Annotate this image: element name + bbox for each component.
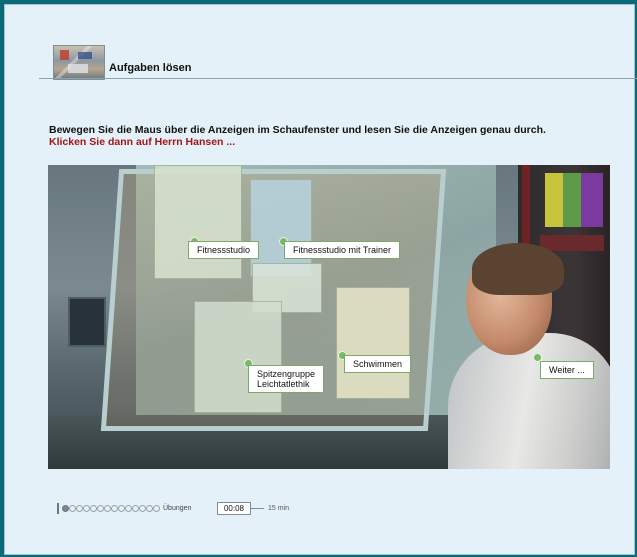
ad-panel [545,173,563,227]
page-title: Aufgaben lösen [109,62,192,74]
poster-athletics [194,301,282,413]
lesson-header: Aufgaben lösen [39,45,637,80]
herr-hansen-body[interactable] [448,333,610,469]
progress-bar: Übungen 00:08 15 min [57,502,357,515]
instruction-line: Bewegen Sie die Maus über die Anzeigen i… [49,124,546,136]
progress-step-dot [132,505,139,512]
progress-step-dot [97,505,104,512]
progress-step-dot [125,505,132,512]
progress-step-dot [76,505,83,512]
progress-step-dot [118,505,125,512]
shop-window-scene: Fitnessstudio Fitnessstudio mit Trainer … [48,165,610,469]
hotspot-fitnessstudio[interactable]: Fitnessstudio [188,241,260,259]
progress-step-dot [83,505,90,512]
time-limit: 15 min [268,505,290,512]
timer-field: 00:08 [217,502,251,515]
wall-box [68,297,106,347]
poster-fitness [154,165,242,279]
timer-divider [250,508,264,509]
progress-step-dot [153,505,160,512]
instruction-action-line: Klicken Sie dann auf Herrn Hansen ... [49,136,236,148]
hotspot-fitnessstudio-trainer[interactable]: Fitnessstudio mit Trainer [284,241,401,259]
poster-swimming [336,287,410,399]
progress-step-dot [146,505,153,512]
hotspot-spitzengruppe[interactable]: Spitzengruppe Leichtatlethik [248,365,325,393]
hotspot-schwimmen[interactable]: Schwimmen [344,355,412,373]
lesson-thumbnail [53,45,105,80]
header-divider [39,78,637,79]
ad-panel [581,173,603,227]
lesson-frame: Aufgaben lösen Bewegen Sie die Maus über… [4,4,637,555]
progress-step-dot [111,505,118,512]
herr-hansen-hair [472,243,564,295]
progress-step-dot [104,505,111,512]
progress-step-dot [69,505,76,512]
ad-strip [540,235,604,251]
hotspot-weiter[interactable]: Weiter ... [540,361,594,379]
ad-panel [563,173,581,227]
instructions: Bewegen Sie die Maus über die Anzeigen i… [49,124,629,148]
progress-start [57,503,59,514]
progress-step-dot [90,505,97,512]
progress-label: Übungen [163,505,192,512]
progress-step-dot [139,505,146,512]
progress-step-dot [62,505,69,512]
